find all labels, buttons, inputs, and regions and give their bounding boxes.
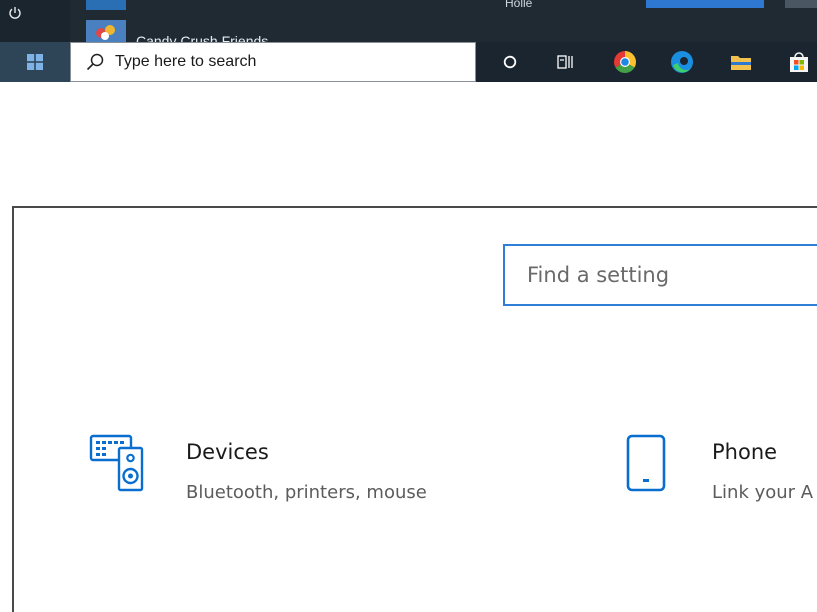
task-view-icon [557, 55, 573, 69]
settings-category-description: Bluetooth, printers, mouse [186, 482, 427, 503]
start-menu-rail [0, 0, 70, 42]
windows-start-icon [27, 54, 43, 70]
cortana-icon [503, 55, 517, 69]
file-explorer-button[interactable] [723, 42, 759, 82]
find-setting-input[interactable] [527, 263, 817, 287]
taskbar: Type here to search [0, 42, 817, 82]
power-icon [9, 7, 21, 19]
start-button[interactable] [0, 42, 70, 82]
start-menu-and-taskbar: Candy Crush Friends Holle Type here to s… [0, 0, 817, 82]
cortana-button[interactable] [492, 42, 528, 82]
edge-button[interactable] [664, 42, 700, 82]
start-tile-blue[interactable] [646, 0, 764, 8]
taskbar-search-box[interactable]: Type here to search [70, 42, 476, 82]
settings-category-devices[interactable]: Devices Bluetooth, printers, mouse [88, 432, 508, 522]
search-icon [86, 53, 104, 71]
candy-crush-icon [86, 20, 126, 42]
start-menu-app-item[interactable]: Candy Crush Friends [86, 15, 268, 46]
chrome-button[interactable] [607, 42, 643, 82]
devices-icon [89, 434, 144, 492]
settings-category-phone[interactable]: Phone Link your A [624, 432, 817, 522]
settings-category-description: Link your A [712, 482, 814, 503]
file-explorer-icon [731, 56, 751, 70]
settings-category-title: Phone [712, 440, 778, 464]
find-setting-search-box[interactable] [503, 244, 817, 306]
chrome-icon [614, 51, 636, 73]
phone-icon [626, 434, 666, 492]
microsoft-store-button[interactable] [781, 42, 817, 82]
search-placeholder: Type here to search [115, 53, 257, 70]
app-icon-partial[interactable] [86, 0, 126, 10]
start-tile-gray[interactable] [785, 0, 817, 8]
power-button[interactable] [0, 0, 30, 26]
task-view-button[interactable] [547, 42, 583, 82]
edge-icon [671, 51, 693, 73]
settings-category-title: Devices [186, 440, 269, 464]
settings-window: Devices Bluetooth, printers, mouse Phone… [12, 206, 817, 612]
start-tile-label-partial[interactable]: Holle [505, 0, 575, 9]
microsoft-store-icon [790, 52, 808, 72]
